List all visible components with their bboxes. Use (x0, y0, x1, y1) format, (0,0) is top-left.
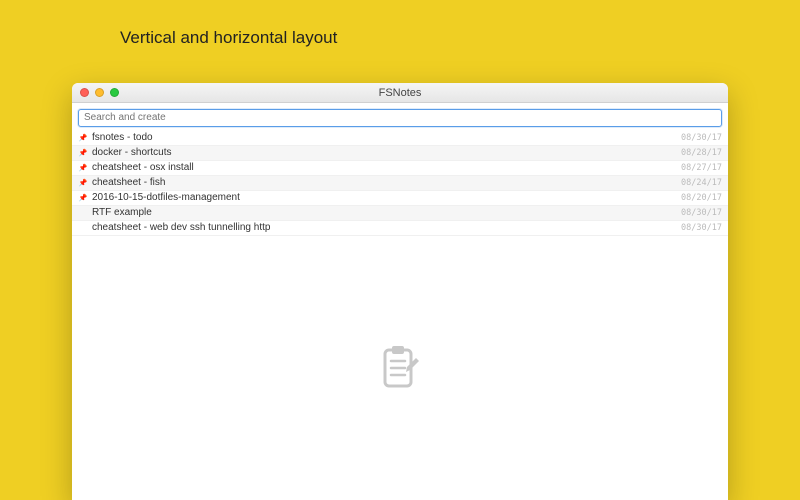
pin-icon: 📌 (78, 164, 88, 172)
page-heading: Vertical and horizontal layout (120, 28, 337, 48)
note-date: 08/28/17 (681, 148, 722, 158)
note-title: docker - shortcuts (92, 147, 681, 158)
list-item[interactable]: RTF example08/30/17 (72, 206, 728, 221)
note-date: 08/27/17 (681, 163, 722, 173)
note-title: 2016-10-15-dotfiles-management (92, 192, 681, 203)
note-date: 08/30/17 (681, 133, 722, 143)
note-list: 📌fsnotes - todo08/30/17📌docker - shortcu… (72, 131, 728, 236)
app-window: FSNotes 📌fsnotes - todo08/30/17📌docker -… (72, 83, 728, 500)
note-title: cheatsheet - web dev ssh tunnelling http (92, 222, 681, 233)
note-date: 08/20/17 (681, 193, 722, 203)
list-item[interactable]: 📌 docker - shortcuts08/28/17 (72, 146, 728, 161)
note-date: 08/30/17 (681, 223, 722, 233)
list-item[interactable]: 📌 cheatsheet - osx install08/27/17 (72, 161, 728, 176)
list-item[interactable]: 📌 fsnotes - todo08/30/17 (72, 131, 728, 146)
search-bar (72, 103, 728, 131)
note-date: 08/24/17 (681, 178, 722, 188)
pin-icon: 📌 (78, 134, 88, 142)
pin-icon: 📌 (78, 149, 88, 157)
clipboard-icon (377, 344, 423, 392)
note-date: 08/30/17 (681, 208, 722, 218)
editor-area (72, 236, 728, 500)
note-title: fsnotes - todo (92, 132, 681, 143)
note-title: cheatsheet - osx install (92, 162, 681, 173)
window-title: FSNotes (72, 87, 728, 99)
list-item[interactable]: cheatsheet - web dev ssh tunnelling http… (72, 221, 728, 236)
list-item[interactable]: 📌 cheatsheet - fish08/24/17 (72, 176, 728, 191)
list-item[interactable]: 📌 2016-10-15-dotfiles-management08/20/17 (72, 191, 728, 206)
search-input[interactable] (78, 109, 722, 127)
pin-icon: 📌 (78, 179, 88, 187)
pin-icon: 📌 (78, 194, 88, 202)
note-title: cheatsheet - fish (92, 177, 681, 188)
titlebar[interactable]: FSNotes (72, 83, 728, 103)
note-title: RTF example (92, 207, 681, 218)
